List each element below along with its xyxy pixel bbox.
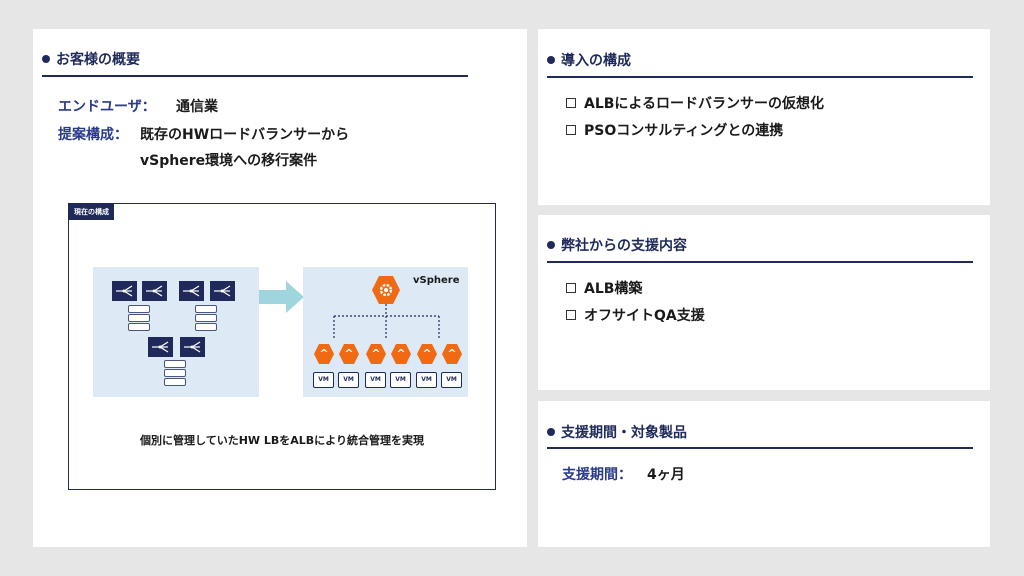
overview-divider xyxy=(42,75,468,77)
switch-icon xyxy=(112,281,137,301)
switch-icon xyxy=(180,337,205,357)
server-rack-icon xyxy=(195,305,217,331)
server-rack-icon xyxy=(164,360,186,386)
bullet-icon xyxy=(547,241,555,249)
deployment-title: 導入の構成 xyxy=(547,50,631,70)
deployment-item: PSOコンサルティングとの連携 xyxy=(566,120,783,140)
bullet-icon xyxy=(547,56,555,64)
period-divider xyxy=(547,447,973,449)
support-item: オフサイトQA支援 xyxy=(566,305,705,325)
vm-icon: VM xyxy=(338,372,359,388)
switch-icon xyxy=(179,281,204,301)
vm-icon: VM xyxy=(390,372,411,388)
checkbox-icon xyxy=(566,125,576,135)
bullet-icon xyxy=(42,55,50,63)
checkbox-icon xyxy=(566,283,576,293)
end-user-value: 通信業 xyxy=(176,99,218,115)
period-title: 支援期間・対象製品 xyxy=(547,422,687,442)
proposal-label: 提案構成： xyxy=(58,127,128,143)
vsphere-label: vSphere xyxy=(413,275,460,286)
switch-icon xyxy=(142,281,167,301)
vm-icon: VM xyxy=(365,372,386,388)
server-rack-icon xyxy=(128,305,150,331)
switch-icon xyxy=(148,337,173,357)
deployment-divider xyxy=(547,76,973,78)
proposal-line-2: vSphere環境への移行案件 xyxy=(140,153,318,169)
migration-arrow-head xyxy=(286,281,304,313)
connector-lines xyxy=(333,304,440,340)
period-label: 支援期間： xyxy=(562,467,632,483)
switch-icon xyxy=(210,281,235,301)
support-title: 弊社からの支援内容 xyxy=(547,235,687,255)
support-item: ALB構築 xyxy=(566,278,642,298)
overview-title: お客様の概要 xyxy=(42,49,140,69)
end-user-label: エンドユーザ： xyxy=(58,99,156,115)
vm-icon: VM xyxy=(313,372,334,388)
checkbox-icon xyxy=(566,98,576,108)
vm-icon: VM xyxy=(416,372,437,388)
migration-arrow xyxy=(259,290,287,304)
period-value: 4ヶ月 xyxy=(647,467,685,483)
support-divider xyxy=(547,261,973,263)
vm-icon: VM xyxy=(441,372,462,388)
figure-caption: 個別に管理していたHW LBをALBにより統合管理を実現 xyxy=(140,434,424,447)
bullet-icon xyxy=(547,428,555,436)
checkbox-icon xyxy=(566,310,576,320)
proposal-line-1: 既存のHWロードバランサーから xyxy=(140,127,350,143)
figure-tab-label: 現在の構成 xyxy=(69,204,114,220)
deployment-item: ALBによるロードバランサーの仮想化 xyxy=(566,93,824,113)
